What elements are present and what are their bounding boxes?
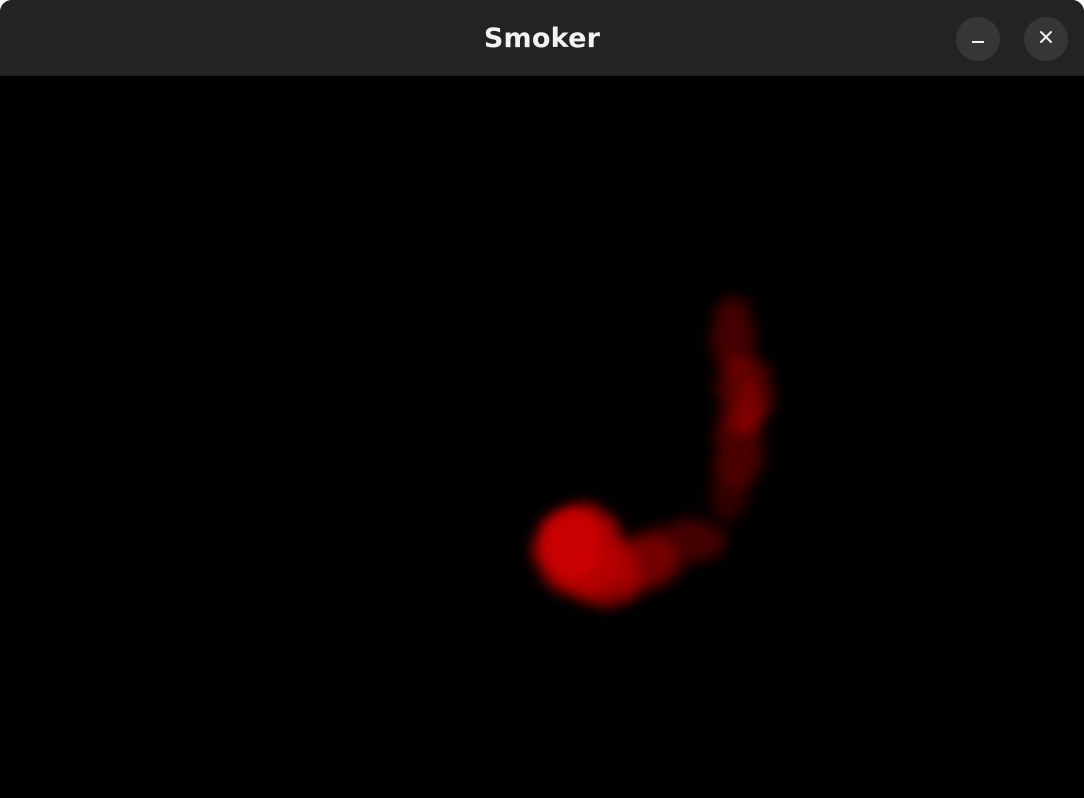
minimize-button[interactable] (956, 17, 1000, 61)
close-icon (1038, 29, 1054, 50)
smoke-canvas[interactable] (0, 76, 1084, 798)
app-window: Smoker (0, 0, 1084, 798)
smoke-drawing (534, 296, 772, 606)
minimize-icon (970, 29, 986, 50)
window-title: Smoker (483, 23, 601, 54)
title-bar[interactable]: Smoker (0, 0, 1084, 76)
close-button[interactable] (1024, 17, 1068, 61)
